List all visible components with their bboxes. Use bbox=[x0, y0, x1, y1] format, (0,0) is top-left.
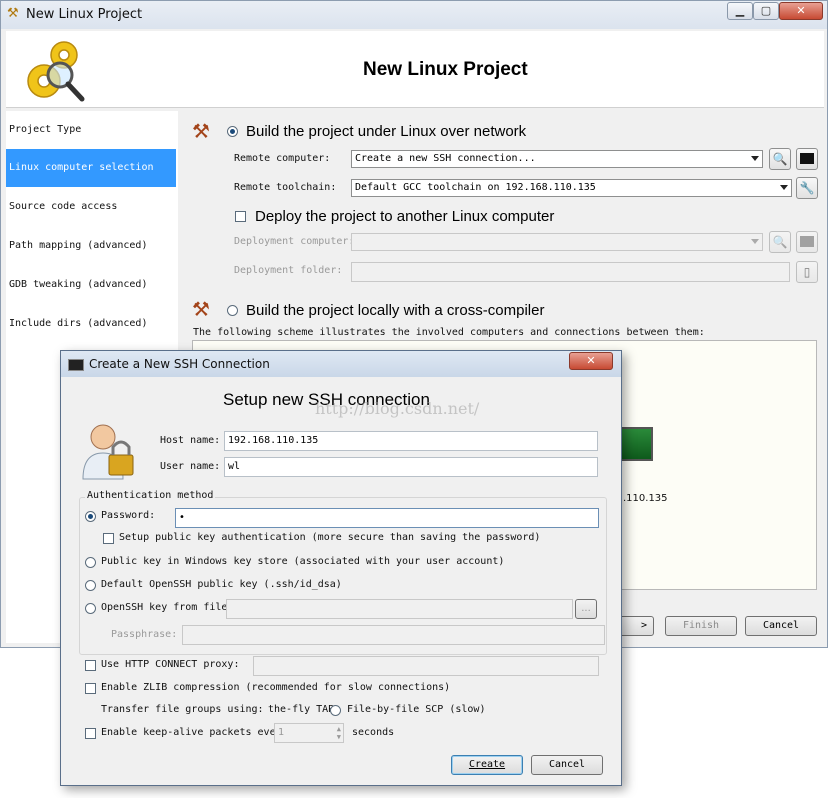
default-openssh-radio[interactable] bbox=[85, 580, 96, 591]
keepalive-checkbox[interactable] bbox=[85, 728, 96, 739]
spinner-arrows-icon[interactable]: ▲ ▼ bbox=[337, 725, 341, 741]
deploy-checkbox[interactable] bbox=[235, 211, 246, 222]
title-bar: ⚒ New Linux Project ▁ ▢ ✕ bbox=[1, 1, 827, 29]
close-button[interactable]: ✕ bbox=[779, 2, 823, 20]
http-proxy-input[interactable] bbox=[253, 656, 599, 676]
build-over-network-label: Build the project under Linux over netwo… bbox=[246, 123, 527, 140]
dialog-title: Create a New SSH Connection bbox=[89, 357, 270, 371]
transfer-option-scp-label: File-by-file SCP (slow) bbox=[347, 704, 486, 715]
sidebar-item-gdb-tweaking[interactable]: GDB tweaking (advanced) bbox=[6, 266, 176, 304]
app-icon: ⚒ bbox=[7, 6, 19, 21]
zlib-checkbox[interactable] bbox=[85, 683, 96, 694]
scheme-description: The following scheme illustrates the inv… bbox=[193, 327, 705, 338]
openssh-file-radio[interactable] bbox=[85, 603, 96, 614]
next-button-label: > bbox=[640, 620, 647, 631]
remote-toolchain-select[interactable]: Default GCC toolchain on 192.168.110.135 bbox=[351, 179, 792, 197]
remote-toolchain-value: Default GCC toolchain on 192.168.110.135 bbox=[355, 182, 596, 193]
ssh-connection-dialog: Create a New SSH Connection ✕ Setup new … bbox=[60, 350, 622, 786]
deployment-folder-label: Deployment folder: bbox=[234, 265, 343, 276]
folder-browse-icon[interactable]: ▯ bbox=[796, 261, 818, 283]
keepalive-label: Enable keep-alive packets eve bbox=[101, 727, 276, 738]
host-name-input[interactable]: 192.168.110.135 bbox=[224, 431, 598, 451]
user-name-value: wl bbox=[228, 461, 241, 472]
seconds-label: seconds bbox=[352, 727, 395, 738]
gears-magnifier-icon bbox=[27, 41, 85, 102]
host-name-value: 192.168.110.135 bbox=[228, 435, 319, 446]
terminal-icon[interactable] bbox=[796, 148, 818, 170]
browse-key-button[interactable]: ... bbox=[575, 599, 597, 619]
openssh-file-input[interactable] bbox=[226, 599, 573, 619]
auth-method-label: Authentication method bbox=[85, 490, 216, 501]
sidebar-item-linux-computer-selection[interactable]: Linux computer selection bbox=[6, 149, 176, 187]
zlib-label: Enable ZLIB compression (recommended for… bbox=[101, 682, 451, 693]
setup-pubkey-checkbox[interactable] bbox=[103, 533, 114, 544]
search-icon[interactable]: 🔍 bbox=[769, 148, 791, 170]
build-over-network-radio[interactable] bbox=[227, 126, 238, 137]
transfer-label: Transfer file groups using: bbox=[101, 704, 264, 715]
setup-pubkey-label: Setup public key authentication (more se… bbox=[119, 532, 541, 543]
default-openssh-label: Default OpenSSH public key (.ssh/id_dsa) bbox=[101, 579, 342, 590]
sidebar-item-project-type[interactable]: Project Type bbox=[6, 111, 176, 149]
sidebar-item-source-code-access[interactable]: Source code access bbox=[6, 188, 176, 226]
console-icon bbox=[68, 359, 84, 371]
build-locally-label: Build the project locally with a cross-c… bbox=[246, 302, 545, 319]
terminal-disabled-icon[interactable] bbox=[796, 231, 818, 253]
window-title: New Linux Project bbox=[26, 7, 143, 22]
user-lock-icon bbox=[82, 424, 134, 480]
wizard-cancel-button[interactable]: Cancel bbox=[745, 616, 817, 636]
search-disabled-icon[interactable]: 🔍 bbox=[769, 231, 791, 253]
password-label: Password: bbox=[101, 510, 156, 521]
wrench-icon[interactable]: 🔧 bbox=[796, 177, 818, 199]
user-name-label: User name: bbox=[160, 461, 221, 472]
finish-button[interactable]: Finish bbox=[665, 616, 737, 636]
remote-computer-label: Remote computer: bbox=[234, 153, 331, 164]
wizard-banner: New Linux Project bbox=[6, 31, 824, 108]
http-proxy-label: Use HTTP CONNECT proxy: bbox=[101, 659, 240, 670]
sidebar-item-include-dirs[interactable]: Include dirs (advanced) bbox=[6, 305, 176, 343]
windows-tools-icon: ⚒ bbox=[192, 297, 210, 321]
banner-heading: New Linux Project bbox=[363, 59, 528, 80]
linux-tools-icon: ⚒ bbox=[192, 119, 210, 143]
remote-computer-select[interactable]: Create a new SSH connection... bbox=[351, 150, 763, 168]
openssh-file-label: OpenSSH key from file: bbox=[101, 602, 234, 613]
password-value: • bbox=[179, 512, 185, 523]
deploy-label: Deploy the project to another Linux comp… bbox=[255, 208, 555, 225]
dialog-cancel-button-label: Cancel bbox=[548, 759, 586, 770]
remote-computer-value: Create a new SSH connection... bbox=[355, 153, 536, 164]
transfer-scp-radio[interactable] bbox=[330, 705, 341, 716]
maximize-button[interactable]: ▢ bbox=[753, 2, 779, 20]
wizard-cancel-button-label: Cancel bbox=[762, 620, 800, 631]
keepalive-interval-spinner[interactable]: 1 ▲ ▼ bbox=[274, 723, 344, 743]
finish-button-label: Finish bbox=[682, 620, 720, 631]
watermark-text: http://blog.csdn.net/ bbox=[315, 399, 480, 418]
create-button-label: Create bbox=[468, 759, 506, 770]
windows-keystore-radio[interactable] bbox=[85, 557, 96, 568]
minimize-button[interactable]: ▁ bbox=[727, 2, 753, 20]
browse-key-label: ... bbox=[581, 603, 591, 614]
password-input[interactable]: • bbox=[175, 508, 599, 528]
scheme-ip-label: .110.135 bbox=[623, 493, 668, 504]
create-button[interactable]: Create bbox=[451, 755, 523, 775]
remote-toolchain-label: Remote toolchain: bbox=[234, 182, 337, 193]
build-locally-radio[interactable] bbox=[227, 305, 238, 316]
user-name-input[interactable]: wl bbox=[224, 457, 598, 477]
deployment-computer-label: Deployment computer: bbox=[234, 236, 355, 247]
host-name-label: Host name: bbox=[160, 435, 221, 446]
dialog-cancel-button[interactable]: Cancel bbox=[531, 755, 603, 775]
windows-keystore-label: Public key in Windows key store (associa… bbox=[101, 556, 505, 567]
dialog-title-bar: Create a New SSH Connection ✕ bbox=[61, 351, 621, 377]
dialog-body: Setup new SSH connection http://blog.csd… bbox=[67, 379, 615, 779]
passphrase-input[interactable] bbox=[182, 625, 605, 645]
dialog-close-button[interactable]: ✕ bbox=[569, 352, 613, 370]
deployment-computer-select[interactable] bbox=[351, 233, 763, 251]
password-radio[interactable] bbox=[85, 511, 96, 522]
passphrase-label: Passphrase: bbox=[111, 629, 178, 640]
http-proxy-checkbox[interactable] bbox=[85, 660, 96, 671]
deployment-folder-input[interactable] bbox=[351, 262, 790, 282]
keepalive-interval-value: 1 bbox=[278, 727, 285, 738]
transfer-option-tar-label: the-fly TAR bbox=[268, 704, 335, 715]
sidebar-item-path-mapping[interactable]: Path mapping (advanced) bbox=[6, 227, 176, 265]
